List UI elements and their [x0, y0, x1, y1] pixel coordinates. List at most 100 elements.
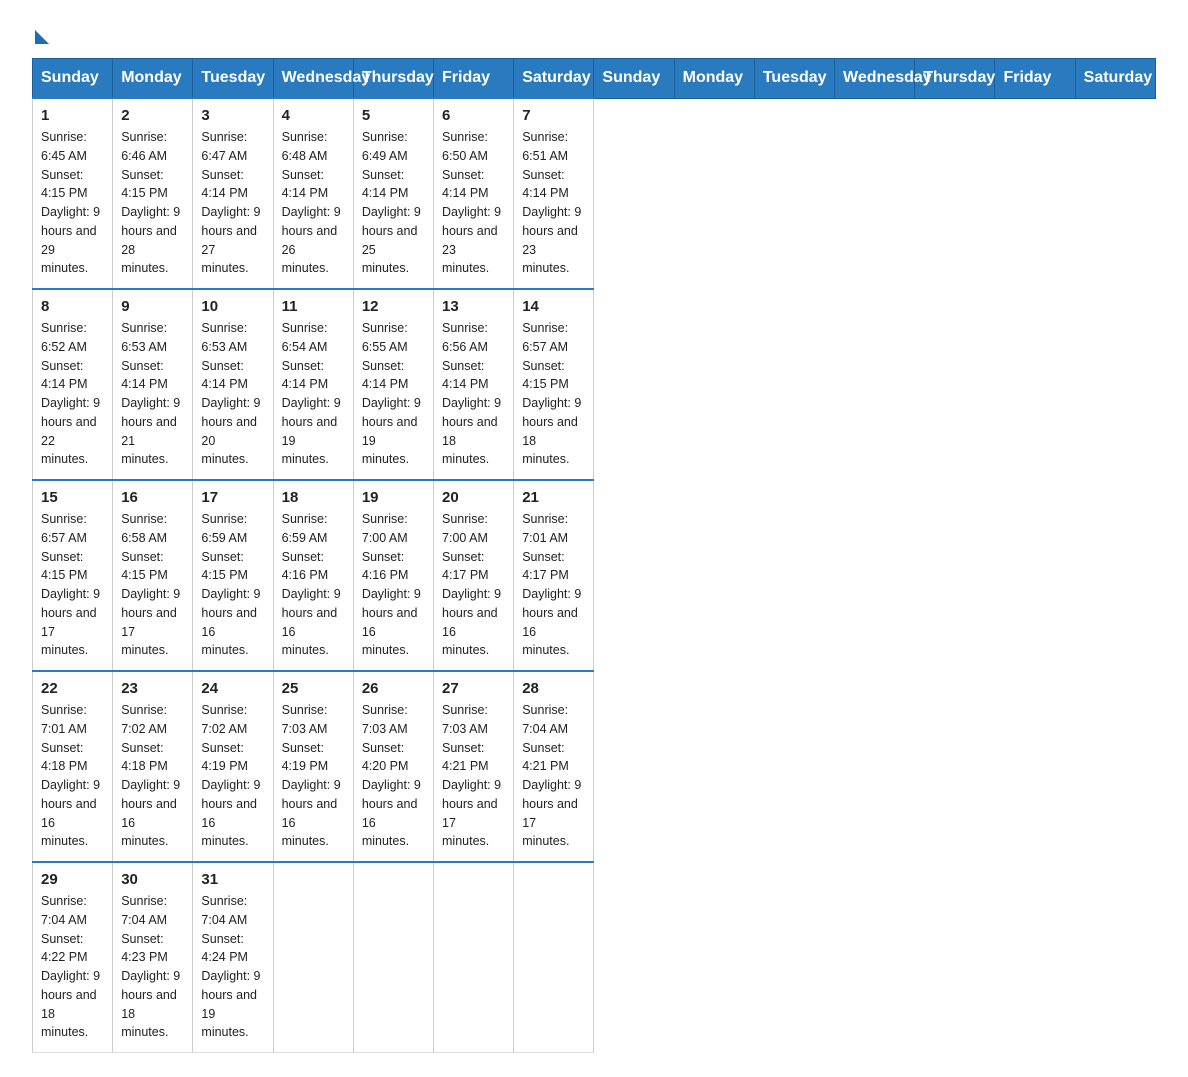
day-number: 28	[522, 680, 585, 697]
day-info: Sunrise: 7:02 AMSunset: 4:19 PMDaylight:…	[201, 701, 264, 851]
day-number: 14	[522, 298, 585, 315]
calendar-day-cell: 2Sunrise: 6:46 AMSunset: 4:15 PMDaylight…	[113, 98, 193, 289]
day-number: 27	[442, 680, 505, 697]
calendar-day-cell: 25 Sunrise: 7:03 AMSunset: 4:19 PMDayligh…	[273, 671, 353, 862]
day-info: Sunrise: 7:00 AMSunset: 4:16 PMDaylight:…	[362, 510, 425, 660]
calendar-week-row: 29Sunrise: 7:04 AMSunset: 4:22 PMDayligh…	[33, 862, 1156, 1053]
logo	[32, 24, 49, 38]
day-info: Sunrise: 6:49 AMSunset: 4:14 PMDaylight:…	[362, 128, 425, 278]
day-number: 17	[201, 489, 264, 506]
day-number: 9	[121, 298, 184, 315]
day-of-week-header: Monday	[113, 59, 193, 99]
day-of-week-header: Sunday	[33, 59, 113, 99]
calendar-day-cell: 24 Sunrise: 7:02 AMSunset: 4:19 PMDayligh…	[193, 671, 273, 862]
calendar-day-cell: 20 Sunrise: 7:00 AMSunset: 4:17 PMDayligh…	[434, 480, 514, 671]
calendar-day-cell: 13 Sunrise: 6:56 AMSunset: 4:14 PMDayligh…	[434, 289, 514, 480]
day-number: 21	[522, 489, 585, 506]
day-info: Sunrise: 6:52 AMSunset: 4:14 PMDaylight:…	[41, 319, 104, 469]
day-info: Sunrise: 6:46 AMSunset: 4:15 PMDaylight:…	[121, 128, 184, 278]
day-info: Sunrise: 7:04 AMSunset: 4:22 PMDaylight:…	[41, 892, 104, 1042]
calendar-day-cell: 31 Sunrise: 7:04 AMSunset: 4:24 PMDayligh…	[193, 862, 273, 1053]
day-number: 24	[201, 680, 264, 697]
calendar-day-cell: 29Sunrise: 7:04 AMSunset: 4:22 PMDayligh…	[33, 862, 113, 1053]
day-info: Sunrise: 7:04 AMSunset: 4:23 PMDaylight:…	[121, 892, 184, 1042]
calendar-day-cell: 16 Sunrise: 6:58 AMSunset: 4:15 PMDayligh…	[113, 480, 193, 671]
day-info: Sunrise: 6:58 AMSunset: 4:15 PMDaylight:…	[121, 510, 184, 660]
day-info: Sunrise: 7:01 AMSunset: 4:17 PMDaylight:…	[522, 510, 585, 660]
calendar-day-cell: 19 Sunrise: 7:00 AMSunset: 4:16 PMDayligh…	[353, 480, 433, 671]
day-info: Sunrise: 6:55 AMSunset: 4:14 PMDaylight:…	[362, 319, 425, 469]
day-of-week-header: Monday	[674, 59, 754, 99]
day-info: Sunrise: 6:45 AMSunset: 4:15 PMDaylight:…	[41, 128, 104, 278]
day-number: 13	[442, 298, 505, 315]
day-number: 18	[282, 489, 345, 506]
calendar-day-cell: 28 Sunrise: 7:04 AMSunset: 4:21 PMDayligh…	[514, 671, 594, 862]
day-number: 4	[282, 107, 345, 124]
calendar-day-cell: 12 Sunrise: 6:55 AMSunset: 4:14 PMDayligh…	[353, 289, 433, 480]
calendar-day-cell: 17 Sunrise: 6:59 AMSunset: 4:15 PMDayligh…	[193, 480, 273, 671]
day-number: 5	[362, 107, 425, 124]
day-of-week-header: Wednesday	[835, 59, 915, 99]
calendar-day-cell	[353, 862, 433, 1053]
day-of-week-header: Saturday	[1075, 59, 1155, 99]
day-of-week-header: Thursday	[915, 59, 995, 99]
calendar-day-cell	[273, 862, 353, 1053]
day-number: 3	[201, 107, 264, 124]
day-of-week-header: Wednesday	[273, 59, 353, 99]
calendar-table: SundayMondayTuesdayWednesdayThursdayFrid…	[32, 58, 1156, 1053]
day-of-week-header: Friday	[995, 59, 1075, 99]
day-number: 22	[41, 680, 104, 697]
day-number: 1	[41, 107, 104, 124]
day-info: Sunrise: 6:53 AMSunset: 4:14 PMDaylight:…	[201, 319, 264, 469]
day-info: Sunrise: 6:59 AMSunset: 4:16 PMDaylight:…	[282, 510, 345, 660]
day-info: Sunrise: 7:00 AMSunset: 4:17 PMDaylight:…	[442, 510, 505, 660]
day-of-week-header: Friday	[434, 59, 514, 99]
day-number: 26	[362, 680, 425, 697]
day-info: Sunrise: 6:57 AMSunset: 4:15 PMDaylight:…	[41, 510, 104, 660]
day-info: Sunrise: 7:01 AMSunset: 4:18 PMDaylight:…	[41, 701, 104, 851]
day-info: Sunrise: 6:47 AMSunset: 4:14 PMDaylight:…	[201, 128, 264, 278]
day-info: Sunrise: 6:59 AMSunset: 4:15 PMDaylight:…	[201, 510, 264, 660]
day-info: Sunrise: 6:56 AMSunset: 4:14 PMDaylight:…	[442, 319, 505, 469]
calendar-week-row: 1 Sunrise: 6:45 AMSunset: 4:15 PMDaylight…	[33, 98, 1156, 289]
day-number: 20	[442, 489, 505, 506]
calendar-day-cell: 30 Sunrise: 7:04 AMSunset: 4:23 PMDayligh…	[113, 862, 193, 1053]
day-info: Sunrise: 6:57 AMSunset: 4:15 PMDaylight:…	[522, 319, 585, 469]
day-info: Sunrise: 6:53 AMSunset: 4:14 PMDaylight:…	[121, 319, 184, 469]
day-info: Sunrise: 7:02 AMSunset: 4:18 PMDaylight:…	[121, 701, 184, 851]
day-number: 30	[121, 871, 184, 888]
calendar-week-row: 8Sunrise: 6:52 AMSunset: 4:14 PMDaylight…	[33, 289, 1156, 480]
day-of-week-header: Sunday	[594, 59, 674, 99]
calendar-day-cell: 10Sunrise: 6:53 AMSunset: 4:14 PMDayligh…	[193, 289, 273, 480]
day-number: 19	[362, 489, 425, 506]
page-header	[32, 24, 1156, 38]
day-number: 12	[362, 298, 425, 315]
day-number: 31	[201, 871, 264, 888]
day-info: Sunrise: 7:04 AMSunset: 4:24 PMDaylight:…	[201, 892, 264, 1042]
calendar-day-cell: 4 Sunrise: 6:48 AMSunset: 4:14 PMDaylight…	[273, 98, 353, 289]
calendar-day-cell	[514, 862, 594, 1053]
calendar-day-cell: 8Sunrise: 6:52 AMSunset: 4:14 PMDaylight…	[33, 289, 113, 480]
calendar-day-cell: 15Sunrise: 6:57 AMSunset: 4:15 PMDayligh…	[33, 480, 113, 671]
day-of-week-header: Tuesday	[193, 59, 273, 99]
day-number: 25	[282, 680, 345, 697]
calendar-day-cell: 6Sunrise: 6:50 AMSunset: 4:14 PMDaylight…	[434, 98, 514, 289]
calendar-day-cell: 14 Sunrise: 6:57 AMSunset: 4:15 PMDayligh…	[514, 289, 594, 480]
calendar-week-row: 15Sunrise: 6:57 AMSunset: 4:15 PMDayligh…	[33, 480, 1156, 671]
calendar-day-cell: 1 Sunrise: 6:45 AMSunset: 4:15 PMDaylight…	[33, 98, 113, 289]
day-info: Sunrise: 7:03 AMSunset: 4:21 PMDaylight:…	[442, 701, 505, 851]
calendar-day-cell: 3 Sunrise: 6:47 AMSunset: 4:14 PMDaylight…	[193, 98, 273, 289]
calendar-header-row: SundayMondayTuesdayWednesdayThursdayFrid…	[33, 59, 1156, 99]
day-info: Sunrise: 6:50 AMSunset: 4:14 PMDaylight:…	[442, 128, 505, 278]
calendar-day-cell: 7Sunrise: 6:51 AMSunset: 4:14 PMDaylight…	[514, 98, 594, 289]
calendar-day-cell: 26 Sunrise: 7:03 AMSunset: 4:20 PMDayligh…	[353, 671, 433, 862]
day-number: 16	[121, 489, 184, 506]
day-number: 11	[282, 298, 345, 315]
day-info: Sunrise: 6:48 AMSunset: 4:14 PMDaylight:…	[282, 128, 345, 278]
day-info: Sunrise: 7:04 AMSunset: 4:21 PMDaylight:…	[522, 701, 585, 851]
calendar-day-cell: 18 Sunrise: 6:59 AMSunset: 4:16 PMDayligh…	[273, 480, 353, 671]
day-info: Sunrise: 7:03 AMSunset: 4:19 PMDaylight:…	[282, 701, 345, 851]
day-info: Sunrise: 7:03 AMSunset: 4:20 PMDaylight:…	[362, 701, 425, 851]
calendar-day-cell: 22 Sunrise: 7:01 AMSunset: 4:18 PMDayligh…	[33, 671, 113, 862]
calendar-day-cell: 27 Sunrise: 7:03 AMSunset: 4:21 PMDayligh…	[434, 671, 514, 862]
